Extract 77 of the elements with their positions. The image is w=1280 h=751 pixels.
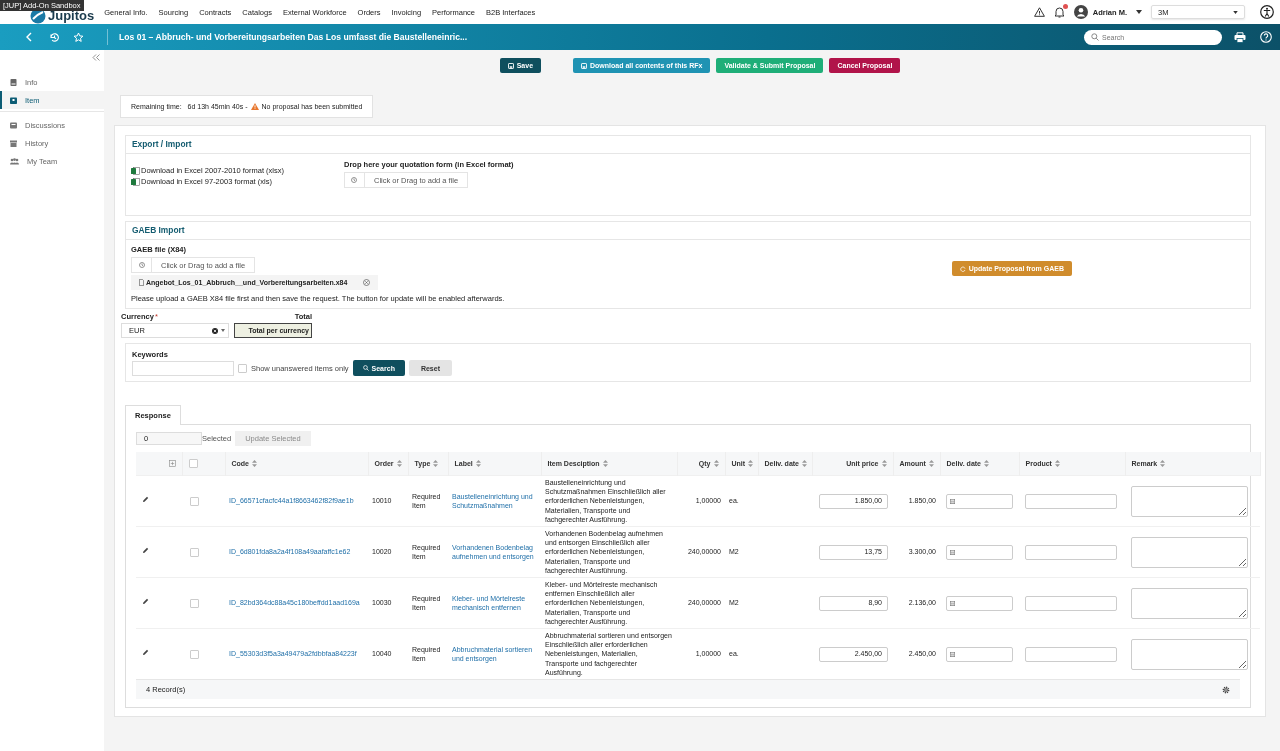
checkbox[interactable] <box>238 363 247 373</box>
avatar-icon[interactable] <box>1073 5 1088 19</box>
logo-text[interactable]: Jupitos <box>48 10 95 22</box>
spreadsheet-icon <box>131 177 140 186</box>
product-field[interactable] <box>1025 544 1117 560</box>
file-icon <box>581 62 588 69</box>
calendar-icon <box>950 549 955 555</box>
date-field[interactable] <box>946 595 1013 611</box>
sort-icon <box>396 460 402 467</box>
checkbox[interactable] <box>188 459 198 468</box>
clock-icon <box>138 262 145 268</box>
back-icon[interactable] <box>25 32 33 42</box>
product-field[interactable] <box>1025 493 1117 509</box>
bell-icon[interactable] <box>1053 6 1065 18</box>
checkbox[interactable] <box>190 598 199 608</box>
checkbox[interactable] <box>190 496 199 506</box>
chat-icon <box>10 121 17 129</box>
sort-icon <box>1160 460 1166 467</box>
sort-icon <box>475 460 481 467</box>
sort-icon <box>881 460 887 467</box>
calendar-icon <box>950 600 955 606</box>
pencil-icon[interactable] <box>142 649 149 657</box>
archive-icon <box>10 139 17 147</box>
sort-icon <box>602 460 608 467</box>
section-title: Export / Import <box>126 136 1250 154</box>
expand-icon[interactable] <box>168 459 176 467</box>
help-icon[interactable] <box>1260 31 1272 43</box>
sort-icon <box>713 460 719 467</box>
calendar-icon <box>950 498 955 504</box>
search-icon <box>1091 33 1099 41</box>
pencil-icon[interactable] <box>142 547 149 555</box>
sort-icon <box>984 460 989 467</box>
caret-icon <box>1233 10 1238 14</box>
sort-icon <box>433 460 439 467</box>
sort-icon <box>928 460 934 467</box>
remove-icon[interactable] <box>363 279 371 286</box>
print-icon[interactable] <box>1234 31 1246 43</box>
remark-field[interactable] <box>1131 485 1248 517</box>
collapse-icon[interactable] <box>92 54 100 61</box>
book-icon <box>10 78 17 86</box>
sort-icon <box>1054 460 1060 467</box>
settings-icon[interactable] <box>1222 685 1230 694</box>
page-title: Los 01 – Abbruch- und Vorbereitungsarbeiten Das Los umfasst die Baustelleneinric... <box>119 32 468 42</box>
pencil-icon[interactable] <box>142 496 149 504</box>
product-field[interactable] <box>1025 646 1117 662</box>
checkbox[interactable] <box>190 649 199 659</box>
section-title: GAEB Import <box>126 222 1250 240</box>
search-icon <box>362 365 369 371</box>
date-field[interactable] <box>946 646 1013 662</box>
accessibility-icon[interactable] <box>1260 5 1274 19</box>
clock-icon <box>351 177 358 183</box>
sort-icon <box>802 460 807 467</box>
remark-field[interactable] <box>1131 638 1248 670</box>
team-icon <box>10 157 19 165</box>
spreadsheet-icon <box>131 166 140 175</box>
warning-icon <box>250 103 259 110</box>
refresh-icon <box>959 265 966 272</box>
pencil-icon[interactable] <box>142 598 149 606</box>
sort-icon <box>252 460 257 467</box>
date-field[interactable] <box>946 493 1013 509</box>
star-icon[interactable] <box>73 31 84 43</box>
remark-field[interactable] <box>1131 587 1248 619</box>
caret-icon <box>221 329 225 332</box>
caret-icon[interactable] <box>1136 10 1142 14</box>
history-icon[interactable] <box>49 31 60 43</box>
file-icon <box>139 279 144 286</box>
clear-icon[interactable] <box>212 327 218 334</box>
product-field[interactable] <box>1025 595 1117 611</box>
remark-field[interactable] <box>1131 536 1248 568</box>
keywords-field[interactable] <box>132 360 234 376</box>
box-icon <box>10 96 17 104</box>
disk-icon <box>507 62 514 69</box>
calendar-icon <box>950 651 955 657</box>
warning-icon[interactable] <box>1033 7 1045 17</box>
checkbox[interactable] <box>190 547 199 557</box>
date-field[interactable] <box>946 544 1013 560</box>
sort-icon <box>748 460 754 467</box>
